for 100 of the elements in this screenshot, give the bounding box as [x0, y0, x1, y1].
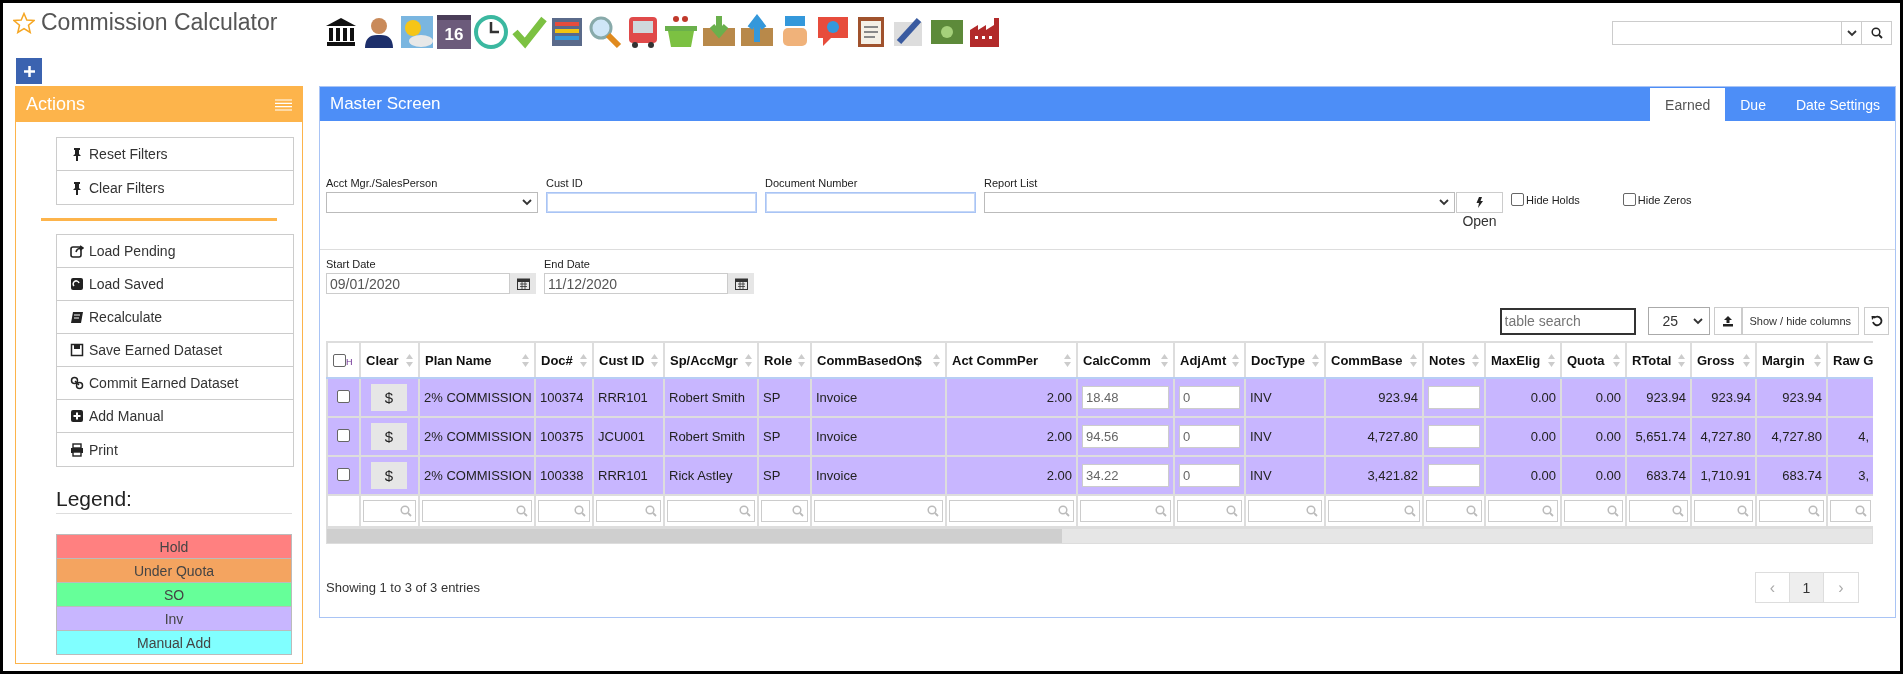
table-input-field[interactable]: 0: [1179, 464, 1240, 487]
menu-icon[interactable]: [275, 98, 292, 111]
tab[interactable]: Earned: [1650, 88, 1726, 121]
clear-button[interactable]: $: [371, 462, 407, 489]
column-filter-field[interactable]: [1564, 500, 1623, 522]
search-icon: [927, 505, 939, 517]
calendar-icon: [734, 277, 748, 290]
link-icon: [70, 376, 84, 390]
search-icon: [645, 505, 657, 517]
table-cell: 923.94: [1646, 390, 1686, 405]
hide-holds-checkbox[interactable]: [1511, 193, 1524, 206]
column-filter-field[interactable]: [814, 500, 943, 522]
table-input-field[interactable]: 18.48: [1082, 386, 1169, 409]
page-length-dropdown[interactable]: 25: [1647, 307, 1710, 335]
calendar-icon: [516, 277, 530, 290]
hide-zeros-checkbox[interactable]: [1622, 193, 1636, 206]
table-cell: 2% COMMISSION: [424, 390, 532, 405]
search-icon: [1226, 505, 1238, 517]
column-filter-field[interactable]: [1759, 500, 1824, 522]
search-icon: [400, 505, 412, 517]
table-search-field[interactable]: table search: [1499, 307, 1636, 335]
table-cell: JCU001: [598, 429, 645, 444]
lightning-icon: [1476, 197, 1483, 208]
scrollbar-thumb[interactable]: [327, 529, 1062, 543]
legend-item: Inv: [57, 607, 291, 631]
salesperson-dropdown[interactable]: [326, 192, 538, 213]
row-checkbox[interactable]: [337, 389, 350, 403]
column-filter-field[interactable]: [1830, 500, 1871, 522]
table-input-field[interactable]: [1428, 386, 1480, 409]
sort-icon: [1161, 353, 1168, 367]
table-input-field[interactable]: [1428, 464, 1480, 487]
checkmark-icon[interactable]: [511, 14, 547, 50]
table-input-field[interactable]: [1428, 425, 1480, 448]
column-filter-field[interactable]: [1080, 500, 1171, 522]
column-filter-field[interactable]: [1488, 500, 1558, 522]
legend-title: Legend:: [56, 487, 292, 514]
basket-icon[interactable]: [663, 14, 699, 50]
horizontal-scrollbar[interactable]: [326, 528, 1873, 544]
column-filter-field[interactable]: [667, 500, 755, 522]
sort-icon: [651, 353, 658, 367]
table-row[interactable]: $ 2% COMMISSION 100374 RRR101 Robert Smith SP Invoice 2.00 18.48 0 INV 923.94 0.00 0.00 923.94 923.94 923.94: [327, 378, 1873, 417]
entries-info: Showing 1 to 3 of 3 entries: [326, 580, 480, 595]
chevron-down-icon: [1439, 199, 1449, 206]
table-input-field[interactable]: 94.56: [1082, 425, 1169, 448]
table-row[interactable]: $ 2% COMMISSION 100375 JCU001 Robert Smith SP Invoice 2.00 94.56 0 INV 4,727.80 0.00 0.00 5,651.74 4,727.80 4,727.80 4,: [327, 417, 1873, 456]
clear-button[interactable]: $: [371, 423, 407, 450]
checkbox-label: Hide Zeros: [1637, 193, 1692, 206]
column-filter-field[interactable]: [1694, 500, 1753, 522]
export-button[interactable]: [1713, 307, 1742, 335]
table-cell: 683.74: [1782, 468, 1822, 483]
undo-icon: [1870, 315, 1883, 327]
table-cell: SP: [763, 390, 781, 405]
start-date-field[interactable]: 09/01/2020: [326, 273, 510, 294]
calendar-button[interactable]: [510, 273, 536, 294]
add-button[interactable]: [16, 58, 42, 84]
clear-button[interactable]: $: [371, 384, 407, 411]
select-all-checkbox[interactable]: [333, 353, 346, 367]
row-checkbox[interactable]: [337, 428, 350, 442]
calendar-button[interactable]: [728, 273, 754, 294]
table-input-field[interactable]: 0: [1179, 386, 1240, 409]
column-filter-field[interactable]: [422, 500, 532, 522]
column-filter-field[interactable]: [1328, 500, 1420, 522]
sort-icon: [1312, 353, 1319, 367]
table-cell: 0.00: [1595, 468, 1621, 483]
column-header[interactable]: H: [346, 356, 353, 367]
sort-icon: [933, 353, 940, 367]
global-search-field[interactable]: [1612, 21, 1842, 45]
column-filter-field[interactable]: [1177, 500, 1242, 522]
table-cell: 2% COMMISSION: [424, 429, 532, 444]
column-filter-field[interactable]: [363, 500, 416, 522]
star-icon[interactable]: [13, 11, 35, 34]
column-filter-field[interactable]: [949, 500, 1074, 522]
search-icon: [1155, 505, 1167, 517]
column-filter-field[interactable]: [761, 500, 808, 522]
field-label: Cust ID: [546, 177, 584, 189]
column-filter-field[interactable]: [538, 500, 590, 522]
table-row[interactable]: $ 2% COMMISSION 100338 RRR101 Rick Astley SP Invoice 2.00 34.22 0 INV 3,421.82 0.00 0.00 683.74 1,710.91 683.74 3,: [327, 456, 1873, 495]
open-button[interactable]: [1456, 192, 1503, 213]
table-input-field[interactable]: 0: [1179, 425, 1240, 448]
table-cell: Rick Astley: [669, 468, 733, 483]
reset-button[interactable]: [1864, 307, 1889, 335]
table-cell: Invoice: [816, 429, 858, 444]
clock-icon[interactable]: [473, 14, 509, 50]
calendar-icon[interactable]: 16: [437, 15, 471, 49]
column-filter-field[interactable]: [1629, 500, 1688, 522]
column-filter-field[interactable]: [1248, 500, 1322, 522]
table-input-field[interactable]: 34.22: [1082, 464, 1169, 487]
cust-id-field[interactable]: [546, 192, 757, 213]
column-filter-field[interactable]: [1426, 500, 1482, 522]
legend-item: Hold: [57, 535, 291, 559]
search-icon: [792, 505, 804, 517]
search-button[interactable]: [1862, 21, 1892, 45]
row-checkbox[interactable]: [337, 467, 350, 481]
column-filter-field[interactable]: [596, 500, 661, 522]
document-number-field[interactable]: [765, 192, 976, 213]
page-button[interactable]: 1: [1790, 573, 1824, 602]
end-date-field[interactable]: 11/12/2020: [544, 273, 728, 294]
show-hide-columns-button[interactable]: Show / hide columns: [1741, 307, 1859, 335]
search-icon: [1058, 505, 1070, 517]
search-icon: [739, 505, 751, 517]
